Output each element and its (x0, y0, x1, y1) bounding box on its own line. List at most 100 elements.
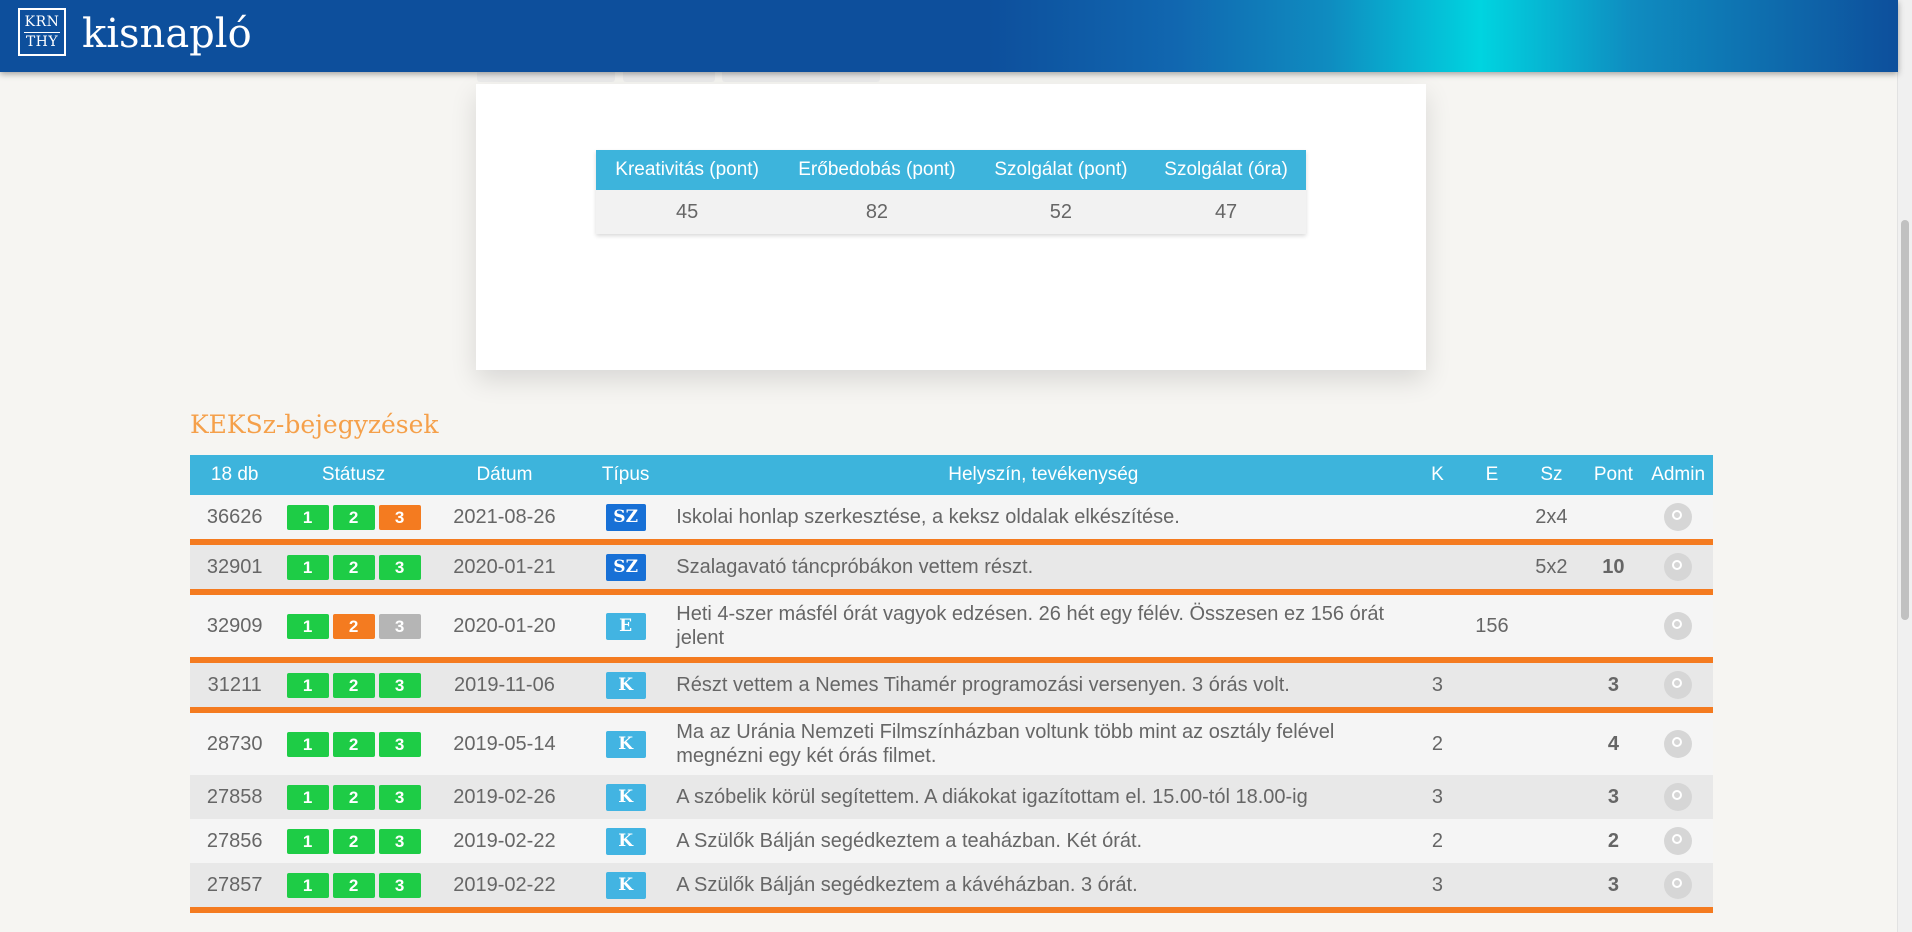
type-cell: K (581, 663, 671, 707)
admin-view-icon[interactable] (1664, 730, 1693, 758)
entry-activity: Szalagavató táncpróbákon vettem részt. (670, 545, 1411, 589)
entry-pont: 3 (1583, 775, 1644, 819)
table-row[interactable]: 27858 1 2 3 2019-02-26 K A szóbelik körül segí… (190, 775, 1713, 819)
entry-pont: 2 (1583, 819, 1644, 863)
stats-table: Kreativitás (pont) Erőbedobás (pont) Szolg… (596, 150, 1306, 234)
entry-e (1464, 819, 1520, 863)
status-cell: 123 (279, 595, 428, 657)
entry-k: 3 (1410, 775, 1465, 819)
header-sz[interactable]: Sz (1519, 455, 1584, 495)
status-cell: 123 (279, 775, 428, 819)
entry-k: 2 (1410, 819, 1465, 863)
admin-view-icon[interactable] (1664, 871, 1693, 899)
entry-e (1464, 663, 1520, 707)
header-activity[interactable]: Helyszín, tevékenység (670, 455, 1411, 495)
status-step-badge: 3 (378, 731, 421, 757)
entry-id: 32909 (190, 595, 280, 657)
type-cell: K (581, 775, 671, 819)
header-pont[interactable]: Pont (1583, 455, 1644, 495)
entry-id: 32901 (190, 545, 280, 589)
type-cell: K (581, 819, 671, 863)
entry-id: 31211 (190, 663, 280, 707)
table-row[interactable]: 32901 1 2 3 2020-01-21 SZ Szalagavató táncprób… (190, 545, 1713, 589)
entry-activity: A Szülők Bálján segédkeztem a teaházban.… (670, 819, 1411, 863)
status-cell: 123 (279, 713, 428, 775)
type-cell: K (581, 713, 671, 775)
entry-activity: Ma az Uránia Nemzeti Filmszínházban volt… (670, 713, 1411, 775)
admin-view-icon[interactable] (1664, 553, 1693, 581)
entries-table: 18 db Státusz Dátum Típus Helyszín, tevé… (190, 455, 1713, 913)
page-scrollbar[interactable] (1897, 0, 1912, 932)
table-row[interactable]: 28730 1 2 3 2019-05-14 K Ma az Uránia Nemzeti … (190, 713, 1713, 775)
stats-value: 45 (596, 190, 779, 234)
entry-date: 2019-02-26 (427, 775, 582, 819)
entry-date: 2019-02-22 (427, 819, 582, 863)
type-badge: K (605, 827, 646, 855)
type-badge: E (605, 612, 646, 640)
entry-e (1464, 775, 1520, 819)
table-row[interactable]: 32909 1 2 3 2020-01-20 E Heti 4-szer másfél ór… (190, 595, 1713, 657)
header-count: 18 db (190, 455, 280, 495)
type-badge: K (605, 783, 646, 811)
status-step-badge: 3 (378, 504, 421, 530)
krnthy-logo[interactable]: KRN THY (18, 8, 66, 56)
admin-view-icon[interactable] (1664, 612, 1693, 640)
entry-date: 2019-02-22 (427, 863, 582, 907)
type-cell: K (581, 863, 671, 907)
header-type[interactable]: Típus (581, 455, 671, 495)
status-step-badge: 1 (286, 784, 329, 810)
entry-e (1464, 713, 1520, 775)
type-cell: E (581, 595, 671, 657)
stats-value: 52 (975, 190, 1147, 234)
status-step-badge: 2 (332, 828, 375, 854)
status-step-badge: 3 (378, 613, 421, 639)
status-cell: 123 (279, 863, 428, 907)
type-cell: SZ (581, 495, 671, 539)
entry-e (1464, 545, 1520, 589)
header-status[interactable]: Státusz (279, 455, 428, 495)
header-k[interactable]: K (1410, 455, 1465, 495)
stats-header: Kreativitás (pont) (596, 150, 779, 190)
table-row[interactable]: 31211 1 2 3 2019-11-06 K Részt vettem a Nemes … (190, 663, 1713, 707)
stats-value: 82 (778, 190, 976, 234)
entry-pont: 3 (1583, 863, 1644, 907)
stats-value: 47 (1146, 190, 1306, 234)
table-row[interactable]: 27856 1 2 3 2019-02-22 K A Szülők Bálján segéd… (190, 819, 1713, 863)
entry-activity: Iskolai honlap szerkesztése, a keksz old… (670, 495, 1411, 539)
table-row[interactable]: 27857 1 2 3 2019-02-22 K A Szülők Bálján segéd… (190, 863, 1713, 907)
header-date[interactable]: Dátum (427, 455, 582, 495)
status-step-badge: 2 (332, 613, 375, 639)
admin-view-icon[interactable] (1664, 783, 1693, 811)
top-header: KRN THY kisnapló (0, 0, 1898, 72)
stats-header: Erőbedobás (pont) (778, 150, 976, 190)
admin-view-icon[interactable] (1664, 671, 1693, 699)
status-step-badge: 3 (378, 784, 421, 810)
admin-view-icon[interactable] (1664, 503, 1693, 531)
admin-view-icon[interactable] (1664, 827, 1693, 855)
table-row[interactable]: 36626 1 2 3 2021-08-26 SZ Iskolai honlap szerk… (190, 495, 1713, 539)
entry-sz: 2x4 (1519, 495, 1584, 539)
status-step-badge: 1 (286, 554, 329, 580)
status-step-badge: 2 (332, 784, 375, 810)
entry-sz (1519, 775, 1584, 819)
entry-activity: A Szülők Bálján segédkeztem a kávéházban… (670, 863, 1411, 907)
status-cell: 123 (279, 495, 428, 539)
entry-pont: 4 (1583, 713, 1644, 775)
entry-pont: 10 (1583, 545, 1644, 589)
status-step-badge: 2 (332, 731, 375, 757)
entry-e (1464, 863, 1520, 907)
app-title[interactable]: kisnapló (82, 8, 252, 60)
admin-cell (1643, 863, 1713, 907)
entry-id: 27856 (190, 819, 280, 863)
status-step-badge: 3 (378, 554, 421, 580)
header-e[interactable]: E (1464, 455, 1520, 495)
status-cell: 123 (279, 819, 428, 863)
entry-date: 2019-05-14 (427, 713, 582, 775)
scrollbar-thumb[interactable] (1901, 220, 1909, 620)
entry-k (1410, 595, 1465, 657)
entry-e (1464, 495, 1520, 539)
type-badge: K (605, 671, 646, 699)
entry-sz: 5x2 (1519, 545, 1584, 589)
entry-activity: Részt vettem a Nemes Tihamér programozás… (670, 663, 1411, 707)
section-title: KEKSz-bejegyzések (190, 410, 439, 439)
